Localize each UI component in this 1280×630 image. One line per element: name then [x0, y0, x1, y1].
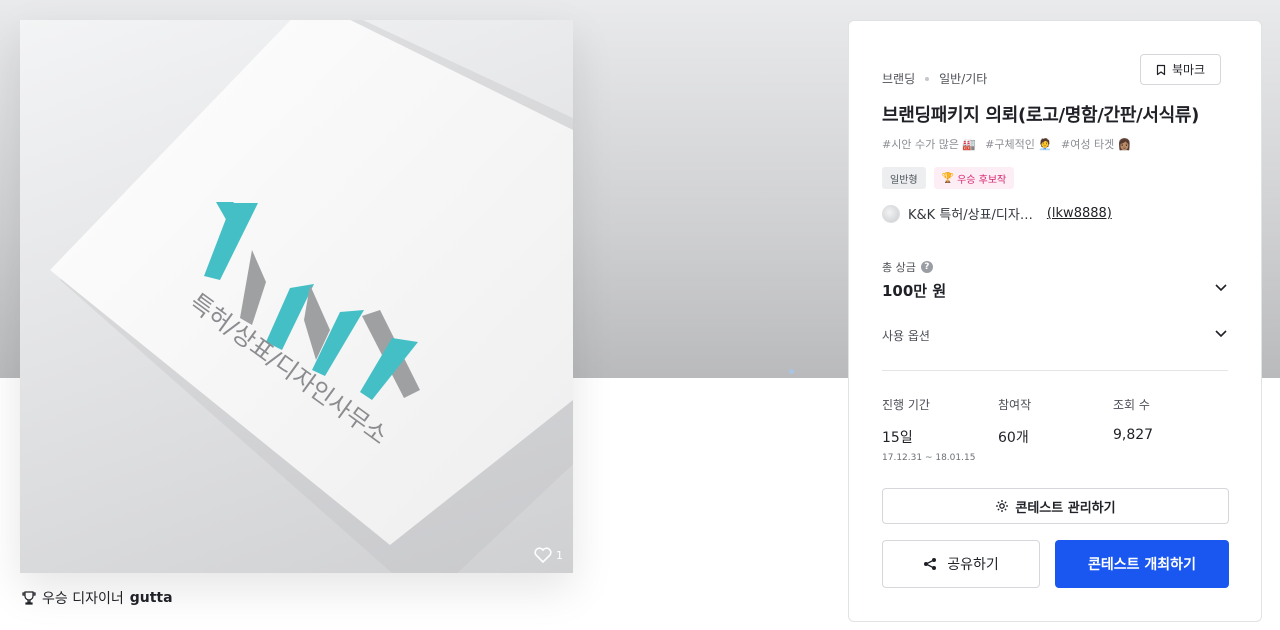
host-contest-button[interactable]: 콘테스트 개최하기: [1055, 540, 1229, 588]
tag-list: #시안 수가 많은 🏭 #구체적인 🧑‍💼 #여성 타겟 👩🏽: [882, 136, 1131, 152]
stat-value: 60개: [998, 430, 1029, 446]
stat-views: 조회 수 9,827: [1113, 396, 1153, 443]
category-link[interactable]: 브랜딩: [882, 70, 915, 87]
designer-name[interactable]: gutta: [130, 590, 173, 606]
host-name: K&K 특허/상표/디자…: [908, 208, 1033, 223]
contest-type-badge: 일반형: [882, 167, 926, 189]
usage-options-label: 사용 옵션: [882, 329, 930, 343]
gear-icon: [996, 500, 1009, 512]
bookmark-icon: [1156, 64, 1166, 75]
tag[interactable]: #여성 타겟 👩🏽: [1061, 136, 1131, 152]
prize-label-row: 총 상금 ?: [882, 259, 933, 275]
stat-period: 진행 기간 15일 17.12.31 ~ 18.01.15: [882, 396, 975, 463]
contest-info-panel: 브랜딩 일반/기타 북마크 브랜딩패키지 의뢰(로고/명함/간판/서식류) #시…: [848, 20, 1262, 622]
manage-contest-label: 콘테스트 관리하기: [1015, 500, 1116, 516]
breadcrumb-separator: [925, 76, 930, 81]
tag[interactable]: #구체적인 🧑‍💼: [985, 136, 1052, 152]
stat-value: 9,827: [1113, 427, 1154, 443]
bookmark-label: 북마크: [1171, 63, 1206, 77]
host-info[interactable]: K&K 특허/상표/디자… (lkw8888): [882, 204, 1112, 223]
stat-label: 조회 수: [1113, 398, 1150, 412]
breadcrumb: 브랜딩 일반/기타: [882, 70, 987, 87]
divider: [882, 370, 1228, 371]
share-icon: [924, 558, 937, 570]
bookmark-button[interactable]: 북마크: [1140, 54, 1221, 85]
winner-designer: 우승 디자이너 gutta: [22, 588, 173, 608]
stat-value: 15일: [882, 430, 913, 446]
heart-icon: [534, 547, 552, 563]
prize-value: 100만 원: [882, 282, 947, 300]
badge-list: 일반형 🏆 우승 후보작: [882, 167, 1015, 189]
contest-hero-image[interactable]: 특허/상표/디자인사무소 1: [20, 20, 573, 573]
host-id-link[interactable]: (lkw8888): [1047, 206, 1112, 221]
designer-prefix: 우승 디자이너: [42, 591, 124, 607]
stat-label: 진행 기간: [882, 398, 930, 412]
prize-label: 총 상금: [882, 261, 916, 274]
share-button[interactable]: 공유하기: [882, 540, 1040, 588]
contest-title: 브랜딩패키지 의뢰(로고/명함/간판/서식류): [882, 105, 1200, 126]
share-label: 공유하기: [947, 557, 999, 573]
decorative-dot: [789, 369, 794, 374]
winner-candidate-badge: 🏆 우승 후보작: [933, 167, 1015, 189]
trophy-icon: 🏆: [941, 172, 955, 184]
trophy-icon: [22, 591, 36, 605]
stat-label: 참여작: [998, 398, 1032, 412]
chevron-down-icon[interactable]: [1214, 326, 1228, 340]
business-card-mockup: 특허/상표/디자인사무소: [50, 20, 573, 573]
tag[interactable]: #시안 수가 많은 🏭: [882, 136, 976, 152]
chevron-down-icon[interactable]: [1214, 280, 1228, 294]
stat-entries: 참여작 60개: [998, 396, 1031, 447]
avatar: [882, 204, 900, 223]
subcategory-link[interactable]: 일반/기타: [939, 70, 987, 87]
stat-dates: 17.12.31 ~ 18.01.15: [882, 453, 976, 463]
like-count: 1: [556, 548, 563, 562]
manage-contest-button[interactable]: 콘테스트 관리하기: [882, 488, 1229, 524]
help-icon[interactable]: ?: [920, 261, 933, 273]
like-counter[interactable]: 1: [534, 547, 563, 563]
winner-candidate-label: 우승 후보작: [957, 174, 1007, 186]
